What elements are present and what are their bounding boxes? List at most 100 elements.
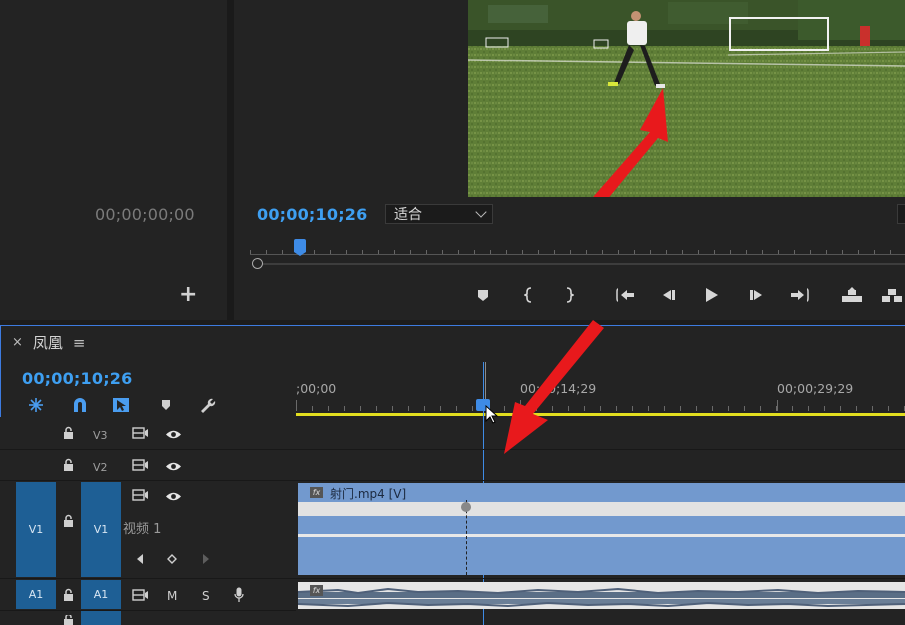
step-back-button[interactable]: [656, 284, 680, 306]
next-keyframe-icon[interactable]: [199, 552, 213, 566]
lock-icon[interactable]: [61, 457, 75, 473]
source-monitor-panel: [0, 0, 227, 320]
source-patch-a1[interactable]: A1: [16, 580, 56, 609]
ruler-tick: [792, 406, 793, 411]
eye-icon[interactable]: [163, 489, 183, 503]
add-marker-icon: [478, 289, 488, 301]
linked-selection-button[interactable]: [111, 396, 131, 414]
ruler-tick: [554, 250, 555, 254]
program-time-ruler[interactable]: [250, 240, 905, 260]
ruler-tick: [538, 250, 539, 254]
step-forward-button[interactable]: [745, 284, 769, 306]
mute-button[interactable]: M: [167, 589, 177, 603]
solo-button[interactable]: S: [202, 589, 210, 603]
ruler-tick: [776, 406, 777, 411]
panel-menu-button[interactable]: ≡: [73, 334, 86, 352]
track-target-a2[interactable]: [81, 611, 121, 625]
sequence-name: 凤凰: [32, 334, 63, 352]
ruler-tick: [778, 250, 779, 254]
panel-divider[interactable]: [227, 0, 234, 320]
add-marker-button[interactable]: [471, 284, 495, 306]
ruler-tick: [440, 406, 441, 411]
lift-button[interactable]: [840, 284, 864, 306]
lift-icon: [842, 287, 862, 302]
ruler-tick: [250, 250, 251, 254]
play-icon: [706, 288, 718, 302]
track-target-v1[interactable]: V1: [81, 482, 121, 577]
zoom-handle[interactable]: [252, 258, 263, 269]
program-video-frame[interactable]: [468, 0, 905, 197]
lock-icon[interactable]: [61, 513, 75, 529]
ruler-tick: [458, 250, 459, 254]
close-tab-button[interactable]: ×: [12, 335, 23, 350]
ruler-tick: [474, 250, 475, 254]
ruler-tick: [696, 406, 697, 411]
keyframe-marker[interactable]: [461, 502, 471, 512]
track-target-a1[interactable]: A1: [81, 580, 121, 609]
ruler-tick: [266, 250, 267, 254]
timeline-timecode[interactable]: 00;00;10;26: [22, 369, 132, 388]
ruler-tick: [602, 250, 603, 254]
linked-selection-icon: [113, 398, 129, 412]
sync-lock-icon[interactable]: [130, 588, 150, 602]
ripple-tool-button[interactable]: [26, 396, 46, 414]
ruler-tick: [394, 250, 395, 254]
fit-dropdown[interactable]: 适合: [385, 204, 493, 224]
source-timecode[interactable]: 00;00;00;00: [95, 205, 195, 224]
snap-magnet-icon: [74, 398, 86, 412]
track-label-v2[interactable]: V2: [93, 461, 108, 474]
audio-waveform: [298, 587, 905, 608]
ruler-tick: [634, 250, 635, 254]
audio-clip[interactable]: [298, 582, 905, 609]
previous-keyframe-icon[interactable]: [133, 552, 147, 566]
annotation-arrow: [504, 320, 604, 454]
track-name-v1[interactable]: 视频 1: [123, 518, 161, 537]
ruler-tick: [728, 406, 729, 411]
ripple-icon: [29, 398, 43, 412]
timeline-tab[interactable]: × 凤凰 ≡: [12, 332, 86, 353]
lock-icon[interactable]: [61, 587, 75, 603]
quality-dropdown[interactable]: [897, 204, 905, 224]
add-keyframe-icon[interactable]: [165, 552, 179, 566]
ruler-tick: [794, 250, 795, 254]
timeline-settings-button[interactable]: [197, 396, 217, 414]
ruler-tick: [344, 406, 345, 411]
ruler-tick: [648, 406, 649, 411]
ruler-tick: [296, 406, 297, 411]
add-button[interactable]: +: [179, 284, 197, 306]
chevron-down-icon: [475, 206, 487, 218]
ruler-tick: [730, 250, 731, 254]
add-marker-tool-button[interactable]: [156, 396, 176, 414]
ruler-tick: [346, 250, 347, 254]
ruler-tick: [824, 406, 825, 411]
fx-badge-audio[interactable]: fx: [310, 585, 323, 596]
ruler-tick: [456, 406, 457, 411]
program-zoom-scrollbar[interactable]: [252, 258, 905, 270]
program-timecode[interactable]: 00;00;10;26: [257, 205, 367, 224]
fx-badge[interactable]: fx: [310, 487, 323, 498]
wrench-icon: [201, 398, 216, 413]
sync-lock-icon[interactable]: [130, 488, 150, 502]
source-patch-v1[interactable]: V1: [16, 482, 56, 577]
ruler-tick: [810, 250, 811, 254]
sync-lock-icon[interactable]: [130, 426, 150, 440]
lock-icon[interactable]: [61, 425, 75, 441]
snap-button[interactable]: [70, 396, 90, 414]
extract-button[interactable]: [880, 284, 904, 306]
eye-icon[interactable]: [163, 427, 183, 441]
go-to-out-button[interactable]: [787, 284, 811, 306]
mark-in-button[interactable]: [517, 284, 541, 306]
ruler-tick: [632, 406, 633, 411]
lock-icon[interactable]: [61, 615, 75, 625]
microphone-icon[interactable]: [232, 586, 246, 604]
go-to-in-button[interactable]: [614, 284, 638, 306]
program-playhead[interactable]: [294, 239, 306, 256]
sync-lock-icon[interactable]: [130, 458, 150, 472]
track-label-v3[interactable]: V3: [93, 429, 108, 442]
eye-icon[interactable]: [163, 459, 183, 473]
ruler-tick: [282, 250, 283, 254]
ruler-tick: [312, 406, 313, 411]
mark-out-button[interactable]: [557, 284, 581, 306]
ruler-tick: [874, 250, 875, 254]
play-button[interactable]: [700, 284, 724, 306]
